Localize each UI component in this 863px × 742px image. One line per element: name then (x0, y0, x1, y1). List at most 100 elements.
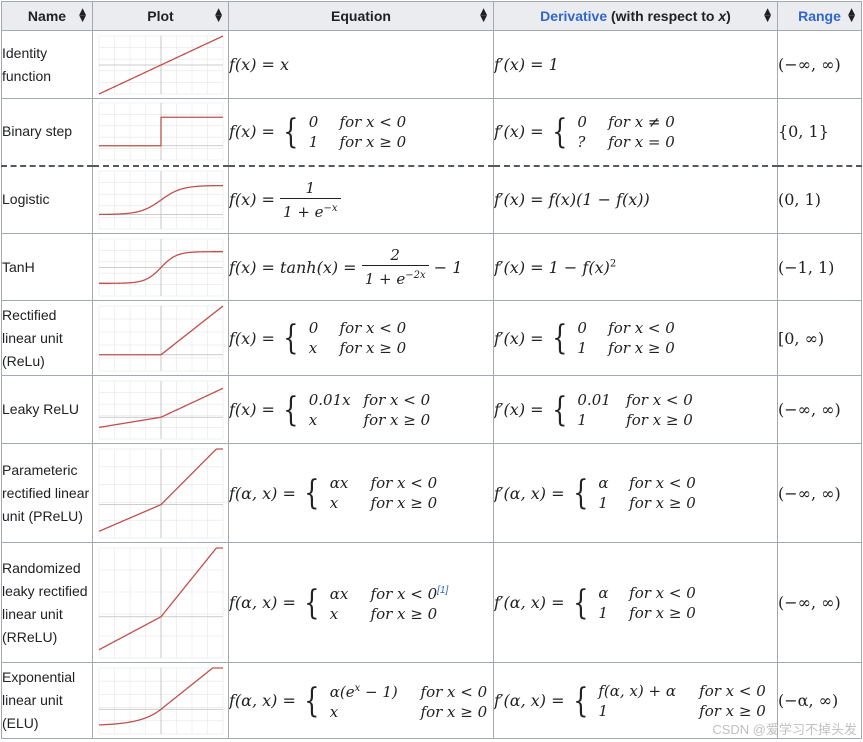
sort-icon[interactable]: ▲ ▼ (480, 8, 487, 24)
case-condition: for x = 0 (608, 132, 675, 151)
equation-lhs: f(x) = (229, 190, 275, 210)
derivative-link[interactable]: Derivative (540, 8, 607, 24)
derivative-cell: f′(α, x) = { α for x < 0 1 for x ≥ 0 (493, 542, 778, 663)
case-value: 0 (308, 319, 319, 337)
equation-lhs: f(x) = tanh(x) = (229, 257, 357, 277)
brace-icon: { (304, 473, 320, 513)
column-header-derivative[interactable]: Derivative (with respect to x) ▲ ▼ (493, 1, 778, 31)
derivative-lhs: f′(α, x) = (494, 593, 565, 612)
equation-cell: f(α, x) = { α(ex − 1) for x < 0 x for x … (228, 662, 494, 739)
equation-cell: f(x) = { 0 for x < 0 x for x ≥ 0 (228, 300, 494, 376)
equation-tail: − 1 (433, 257, 463, 277)
range-cell: (−∞, ∞) (777, 375, 862, 444)
equation-cell: f(x) = { 0 for x < 0 1 for x ≥ 0 (228, 98, 494, 166)
brace-icon: { (283, 318, 299, 358)
function-name: Randomized leaky rectified linear unit (… (1, 542, 93, 663)
equation-cell: f(α, x) = { αx for x < 0[1] x for x ≥ 0 (228, 542, 494, 663)
case-condition: for x ≥ 0 (370, 605, 438, 623)
equation-cases: αx for x < 0[1] x for x ≥ 0 (330, 581, 449, 624)
brace-icon: { (283, 111, 299, 152)
derivative-lhs: f′(α, x) = (494, 483, 565, 503)
column-header-equation-label: Equation (331, 8, 391, 24)
case-value: ? (577, 132, 586, 151)
function-name: Parameteric rectified linear unit (PReLU… (1, 443, 93, 543)
case-condition: for x < 0 (339, 112, 407, 131)
sort-icon[interactable]: ▲ ▼ (764, 8, 771, 24)
derivative-cases: 0.01 for x < 0 1 for x ≥ 0 (577, 390, 692, 430)
column-header-range[interactable]: Range ▲ ▼ (777, 1, 862, 31)
equation-lhs: f(α, x) = (229, 593, 296, 612)
derivative-lhs: f′(x) = (494, 122, 544, 142)
case-value-tail: − 1) (360, 683, 398, 701)
brace-icon: { (572, 582, 589, 623)
equation-cell: f(x) = { 0.01x for x < 0 x for x ≥ 0 (228, 375, 494, 444)
case-value: 0 (308, 112, 319, 131)
equation-cases: αx for x < 0 x for x ≥ 0 (330, 473, 437, 513)
range-cell: (0, 1) (777, 164, 862, 234)
range-link[interactable]: Range (798, 8, 841, 24)
activation-functions-table: Name ▲ ▼ Plot ▲ ▼ Equation ▲ ▼ Derivative (… (1, 1, 862, 739)
function-curve (99, 116, 223, 147)
range-cell: [0, ∞) (777, 300, 862, 376)
function-name: TanH (1, 233, 93, 301)
case-condition: for x ≥ 0 (370, 494, 438, 512)
case-value: f(α, x) + α (598, 681, 676, 700)
derivative-lhs: f′(x) = (494, 400, 544, 419)
derivative-cases: α for x < 0 1 for x ≥ 0 (598, 583, 695, 623)
derivative-cases: α for x < 0 1 for x ≥ 0 (598, 473, 695, 513)
function-name: Exponential linear unit (ELU) (1, 662, 93, 739)
fraction: 1 1 + e−x (280, 178, 341, 222)
exponent: 2 (609, 258, 617, 270)
case-condition: for x < 0 (370, 474, 438, 492)
table-row: Identity function f(x) = x f′(x) = 1 (−∞… (1, 30, 862, 99)
sort-icon[interactable]: ▲ ▼ (848, 8, 855, 24)
column-header-equation[interactable]: Equation ▲ ▼ (228, 1, 494, 31)
brace-icon: { (304, 680, 320, 721)
case-value: 1 (577, 410, 587, 429)
case-value: 1 (598, 603, 608, 622)
range-cell: (−∞, ∞) (777, 30, 862, 99)
case-condition: for x ≥ 0 (626, 410, 693, 429)
column-header-plot-label: Plot (147, 8, 174, 24)
case-value: x (308, 410, 318, 429)
equation: f(x) = x (229, 55, 290, 74)
equation-lhs: f(x) = (229, 400, 275, 419)
sort-icon[interactable]: ▲ ▼ (79, 8, 86, 24)
derivative-cell: f′(x) = { 0 for x ≠ 0 ? for x = 0 (493, 98, 778, 166)
column-header-plot[interactable]: Plot ▲ ▼ (92, 1, 229, 31)
derivative-lhs: f′(x) = (494, 328, 544, 348)
case-value: α(ex − 1) (330, 679, 416, 702)
equation-cell: f(x) = tanh(x) = 2 1 + e−2x − 1 (228, 233, 494, 301)
equation-lhs: f(α, x) = (229, 691, 296, 710)
equation-cases: α(ex − 1) for x < 0 x for x ≥ 0 (330, 679, 487, 722)
case-condition: for x ≥ 0 (339, 132, 407, 151)
range-cell: {0, 1} (777, 98, 862, 166)
case-value: 0 (577, 319, 587, 337)
case-condition: for x ≥ 0 (363, 410, 431, 429)
case-condition: for x ≠ 0 (608, 112, 675, 131)
numerator: 2 (361, 245, 429, 266)
plot-cell (92, 98, 229, 166)
case-condition: for x ≥ 0 (629, 494, 696, 512)
plot-cell (92, 662, 229, 739)
sort-icon[interactable]: ▲ ▼ (215, 8, 222, 24)
case-value: x (329, 494, 339, 512)
case-value: 1 (598, 494, 608, 512)
function-name: Logistic (1, 164, 93, 234)
case-condition: for x < 0 (363, 390, 431, 409)
column-header-name[interactable]: Name ▲ ▼ (1, 1, 93, 31)
derivative-cases: f(α, x) + α for x < 0 1 for x ≥ 0 (598, 681, 765, 721)
derivative-cell: f′(x) = { 0 for x < 0 1 for x ≥ 0 (493, 300, 778, 376)
case-condition: for x ≥ 0 (699, 701, 766, 720)
derivative: f′(x) = 1 − f(x) (494, 257, 610, 277)
case-value: x (329, 605, 339, 623)
case-value: 1 (598, 701, 608, 720)
plot-cell (92, 30, 229, 99)
plot-cell (92, 300, 229, 376)
derivative: f′(x) = f(x)(1 − f(x)) (494, 190, 650, 210)
derivative-cell: f′(x) = 1 (493, 30, 778, 99)
case-condition: for x ≥ 0 (608, 339, 675, 357)
case-value: 0.01 (577, 390, 611, 409)
citation-link[interactable]: [1] (437, 585, 448, 596)
brace-icon: { (572, 473, 589, 513)
